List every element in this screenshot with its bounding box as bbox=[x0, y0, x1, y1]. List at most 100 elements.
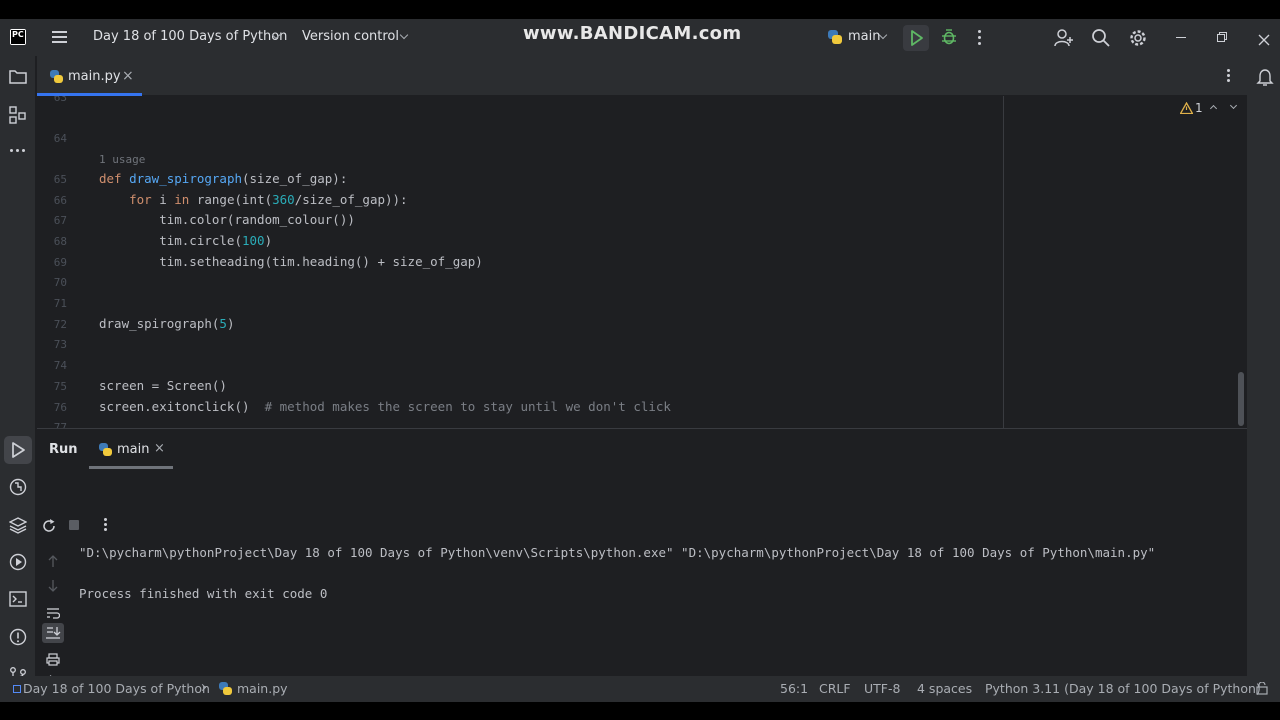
code-token: ) bbox=[264, 233, 273, 248]
code-token-num: 360 bbox=[272, 192, 295, 207]
notifications-icon[interactable] bbox=[1256, 68, 1274, 86]
console-output-line: Process finished with exit code 0 bbox=[79, 586, 328, 601]
run-tab-label: main bbox=[117, 442, 150, 457]
line-number: 76 bbox=[53, 401, 67, 414]
code-token-kw: in bbox=[174, 192, 197, 207]
line-number: 66 bbox=[53, 194, 67, 207]
run-tool-button[interactable] bbox=[4, 436, 32, 464]
code-token: draw_spirograph( bbox=[99, 316, 220, 331]
python-console-icon[interactable] bbox=[9, 478, 27, 496]
scroll-to-end-icon bbox=[46, 627, 61, 639]
problems-icon[interactable] bbox=[9, 628, 27, 646]
run-icon bbox=[911, 30, 923, 46]
chevron-up-icon[interactable] bbox=[1209, 104, 1218, 113]
more-actions-icon[interactable] bbox=[978, 29, 982, 45]
soft-wrap-icon[interactable] bbox=[46, 604, 61, 619]
usage-hint[interactable]: 1 usage bbox=[99, 153, 145, 166]
line-number: 73 bbox=[53, 338, 67, 351]
breadcrumb-file[interactable]: main.py bbox=[237, 681, 288, 696]
terminal-icon[interactable] bbox=[9, 591, 27, 607]
main-menu-icon[interactable] bbox=[52, 30, 67, 43]
line-number: 71 bbox=[53, 297, 67, 310]
code-token-fn: draw_spirograph bbox=[129, 171, 242, 186]
line-number: 67 bbox=[53, 214, 67, 227]
code-line: screen.exitonclick() # method makes the … bbox=[99, 399, 671, 414]
code-line: tim.color(random_colour()) bbox=[99, 212, 355, 227]
breadcrumb-project[interactable]: Day 18 of 100 Days of Python bbox=[23, 681, 210, 696]
code-token-num: 100 bbox=[242, 233, 265, 248]
structure-icon[interactable] bbox=[9, 106, 27, 124]
indent-setting[interactable]: 4 spaces bbox=[917, 681, 972, 696]
layers-icon[interactable] bbox=[8, 516, 28, 534]
line-number: 69 bbox=[53, 256, 67, 269]
code-token: (size_of_gap): bbox=[242, 171, 348, 186]
lock-icon[interactable] bbox=[1256, 681, 1268, 695]
minimize-icon[interactable] bbox=[1176, 37, 1186, 38]
code-line: screen = Screen() bbox=[99, 378, 227, 393]
right-tool-strip bbox=[1247, 56, 1280, 676]
run-panel-header: Run main × bbox=[37, 429, 1247, 469]
line-number: 70 bbox=[53, 276, 67, 289]
python-icon bbox=[99, 443, 112, 456]
arrow-up-icon[interactable] bbox=[47, 553, 59, 567]
code-line: draw_spirograph(5) bbox=[99, 316, 234, 331]
tab-close-icon[interactable]: × bbox=[122, 68, 134, 84]
code-token-num: 5 bbox=[219, 316, 227, 331]
add-user-icon[interactable] bbox=[1054, 28, 1074, 48]
run-more-icon[interactable] bbox=[104, 518, 108, 532]
code-token-kw: def bbox=[99, 171, 130, 186]
bandicam-watermark: www.BANDICAM.com bbox=[523, 23, 742, 44]
code-token: ) bbox=[226, 316, 235, 331]
run-config-selector[interactable]: main bbox=[848, 29, 880, 44]
inspection-widget[interactable]: 1 bbox=[1180, 100, 1242, 118]
rerun-icon[interactable] bbox=[42, 518, 56, 532]
left-tool-strip bbox=[0, 56, 36, 684]
code-token: screen.exitonclick() bbox=[99, 399, 265, 414]
chevron-down-icon[interactable] bbox=[399, 30, 409, 40]
app-logo-text: PC bbox=[12, 30, 24, 39]
arrow-down-icon[interactable] bbox=[47, 578, 59, 592]
code-editor[interactable]: 1 63 64 1 usage 65 66 67 68 69 70 71 72 … bbox=[37, 96, 1247, 428]
stop-icon[interactable] bbox=[69, 520, 79, 530]
project-selector[interactable]: Day 18 of 100 Days of Python bbox=[93, 29, 287, 44]
ide-window: PC Day 18 of 100 Days of Python Version … bbox=[0, 19, 1280, 702]
debug-button[interactable] bbox=[940, 28, 958, 46]
code-token: /size_of_gap)): bbox=[294, 192, 408, 207]
line-separator[interactable]: CRLF bbox=[819, 681, 851, 696]
active-run-tab-indicator bbox=[89, 466, 173, 469]
vcs-selector[interactable]: Version control bbox=[302, 29, 399, 44]
line-number: 75 bbox=[53, 380, 67, 393]
code-token-kw: for bbox=[99, 192, 160, 207]
run-tab-main[interactable]: main × bbox=[89, 429, 173, 469]
services-icon[interactable] bbox=[9, 553, 27, 571]
pycharm-logo-icon[interactable]: PC bbox=[10, 29, 26, 45]
search-icon[interactable] bbox=[1091, 28, 1111, 48]
print-icon[interactable] bbox=[46, 651, 60, 666]
run-icon bbox=[12, 442, 25, 458]
run-tab-close-icon[interactable]: × bbox=[154, 441, 165, 456]
code-line: tim.circle(100) bbox=[99, 233, 272, 248]
editor-tab-bar: main.py × bbox=[37, 56, 1247, 96]
gear-icon[interactable] bbox=[1128, 28, 1148, 48]
run-button[interactable] bbox=[903, 25, 929, 51]
more-tools-icon[interactable] bbox=[9, 149, 27, 153]
tab-label: main.py bbox=[68, 69, 121, 84]
console-output-line: "D:\pycharm\pythonProject\Day 18 of 100 … bbox=[79, 545, 1156, 560]
status-bar: Day 18 of 100 Days of Python main.py 56:… bbox=[0, 676, 1280, 702]
tab-options-icon[interactable] bbox=[1227, 69, 1231, 83]
folder-icon[interactable] bbox=[9, 69, 27, 84]
restore-icon[interactable] bbox=[1217, 32, 1227, 42]
code-line: for i in range(int(360/size_of_gap)): bbox=[99, 192, 408, 207]
caret-position[interactable]: 56:1 bbox=[780, 681, 808, 696]
code-token: tim.color(random_colour()) bbox=[99, 212, 355, 227]
warning-count: 1 bbox=[1195, 101, 1203, 115]
chevron-down-icon[interactable] bbox=[1229, 101, 1238, 110]
tab-main-py[interactable]: main.py × bbox=[37, 56, 142, 96]
editor-scrollbar[interactable] bbox=[1238, 372, 1244, 426]
line-number: 77 bbox=[53, 421, 67, 428]
close-icon[interactable] bbox=[1258, 31, 1270, 46]
python-interpreter[interactable]: Python 3.11 (Day 18 of 100 Days of Pytho… bbox=[985, 681, 1261, 696]
python-icon bbox=[828, 30, 842, 44]
file-encoding[interactable]: UTF-8 bbox=[864, 681, 900, 696]
scroll-to-end-button[interactable] bbox=[42, 623, 64, 643]
